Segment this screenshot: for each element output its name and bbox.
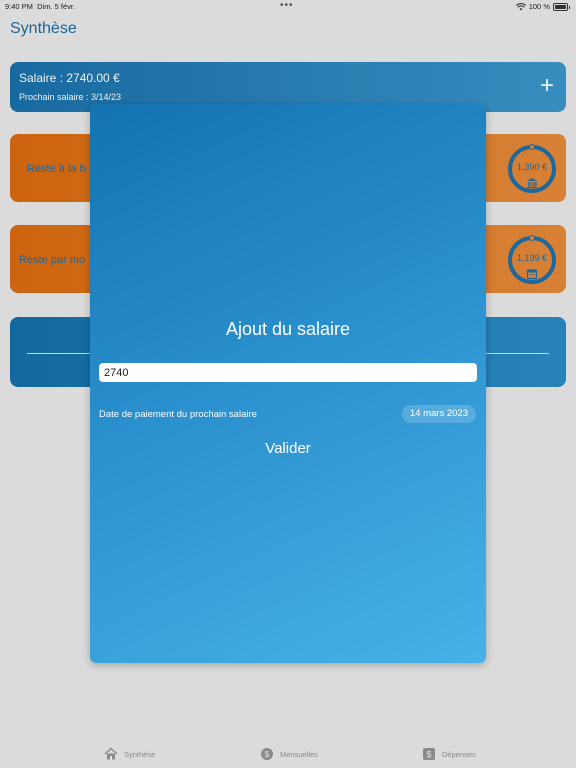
- modal-title: Ajout du salaire: [225, 319, 351, 339]
- coin-icon: $: [261, 748, 273, 760]
- add-salary-modal: Ajout du salaire Date de paiement du pro…: [90, 104, 486, 663]
- tab-label: Mensuelles: [280, 749, 318, 759]
- salary-amount-input[interactable]: [99, 363, 477, 382]
- house-icon: [104, 747, 118, 760]
- payment-date-label: Date de paiement du prochain salaire: [99, 409, 257, 420]
- payment-date-picker[interactable]: 14 mars 2023: [401, 405, 476, 423]
- svg-text:$: $: [426, 750, 431, 760]
- tab-synthese[interactable]: Synthèse: [104, 747, 155, 761]
- svg-text:$: $: [265, 750, 270, 759]
- tab-depenses[interactable]: $ Dépenses: [422, 747, 476, 761]
- tab-label: Synthèse: [124, 749, 156, 759]
- tab-mensuelles[interactable]: $ Mensuelles: [260, 747, 318, 761]
- validate-button[interactable]: Valider: [90, 440, 486, 457]
- dollar-square-icon: $: [423, 748, 435, 760]
- tab-label: Dépenses: [442, 749, 476, 759]
- tab-bar: Synthèse $ Mensuelles $ Dépenses: [0, 740, 576, 768]
